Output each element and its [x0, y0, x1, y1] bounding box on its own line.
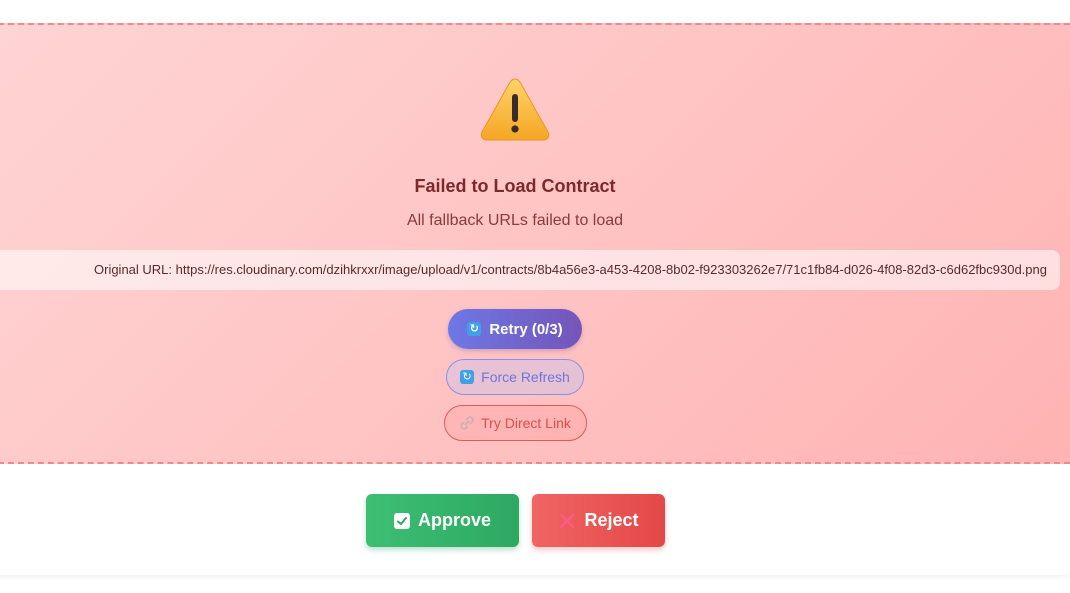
original-url-box: Original URL: https://res.cloudinary.com…: [0, 250, 1060, 290]
force-refresh-label: Force Refresh: [481, 369, 570, 385]
approve-button[interactable]: Approve: [366, 494, 519, 547]
refresh-icon: ↻: [467, 322, 482, 336]
refresh-icon: ↻: [460, 370, 475, 384]
link-icon: [460, 416, 474, 430]
approve-label: Approve: [417, 510, 491, 530]
cross-icon: [560, 513, 575, 528]
warning-icon: [480, 78, 550, 141]
error-message: All fallback URLs failed to load: [406, 212, 624, 229]
force-refresh-button[interactable]: ↻ Force Refresh: [446, 359, 584, 395]
direct-link-button[interactable]: Try Direct Link: [444, 405, 587, 441]
direct-link-label: Try Direct Link: [481, 415, 571, 431]
retry-button[interactable]: ↻ Retry (0/3): [448, 309, 582, 349]
error-title: Failed to Load Contract: [414, 176, 616, 196]
original-url-text: Original URL: https://res.cloudinary.com…: [94, 262, 1047, 277]
retry-label: Retry (0/3): [489, 320, 563, 338]
check-icon: [393, 512, 410, 529]
reject-label: Reject: [584, 510, 639, 530]
reject-button[interactable]: Reject: [532, 494, 665, 547]
